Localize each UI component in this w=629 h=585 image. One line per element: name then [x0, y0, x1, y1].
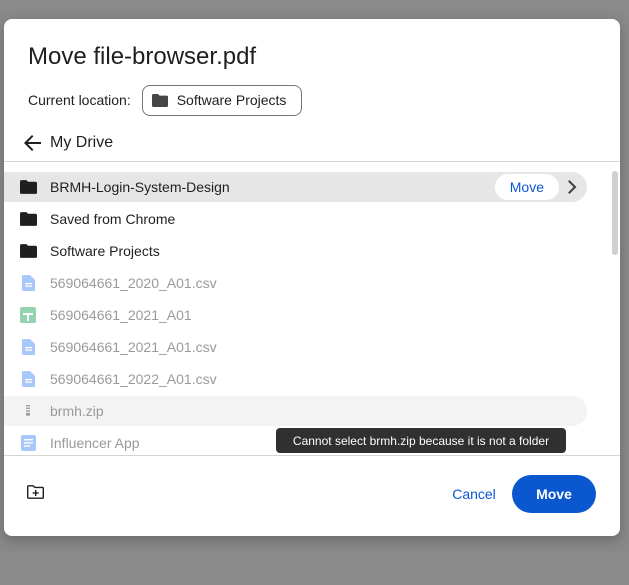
move-button[interactable]: Move [512, 475, 596, 513]
list-item: 569064661_2022_A01.csv [4, 364, 587, 394]
list-item: brmh.zip [4, 396, 587, 426]
list-item[interactable]: Saved from Chrome [4, 204, 587, 234]
list-item-name: 569064661_2021_A01 [50, 307, 192, 323]
list-bottom-divider [4, 455, 620, 456]
list-item-name: Influencer App [50, 435, 140, 451]
current-location-chip[interactable]: Software Projects [141, 84, 303, 116]
back-arrow-icon[interactable] [22, 132, 44, 154]
doc-file-icon [19, 338, 37, 356]
folder-icon [151, 93, 168, 107]
list-top-divider [4, 161, 620, 162]
folder-list: BRMH-Login-System-Design Move Saved from… [4, 163, 620, 455]
row-move-button[interactable]: Move [494, 174, 559, 200]
zip-icon [19, 402, 37, 420]
folder-icon [19, 210, 37, 228]
list-item-name: BRMH-Login-System-Design [50, 179, 230, 195]
list-item: 569064661_2020_A01.csv [4, 268, 587, 298]
list-item: 569064661_2021_A01 [4, 300, 587, 330]
list-item-name: Software Projects [50, 243, 160, 259]
current-location-value: Software Projects [176, 92, 287, 108]
doc-file-icon [19, 370, 37, 388]
list-item[interactable]: BRMH-Login-System-Design Move [4, 172, 587, 202]
breadcrumb: My Drive [22, 129, 113, 157]
list-item-name: 569064661_2022_A01.csv [50, 371, 217, 387]
cancel-button[interactable]: Cancel [436, 475, 512, 513]
docs-icon [19, 434, 37, 452]
list-item[interactable]: Software Projects [4, 236, 587, 266]
list-item-name: 569064661_2021_A01.csv [50, 339, 217, 355]
breadcrumb-current: My Drive [50, 134, 114, 151]
list-item-name: brmh.zip [50, 403, 104, 419]
doc-file-icon [19, 274, 37, 292]
list-scrollbar[interactable] [612, 171, 618, 255]
current-location-label: Current location: [28, 92, 131, 108]
dialog-title: Move file-browser.pdf [28, 43, 257, 70]
sheets-icon [19, 306, 37, 324]
list-item: 569064661_2021_A01.csv [4, 332, 587, 362]
current-location-row: Current location: Software Projects [28, 84, 303, 116]
move-dialog: Move file-browser.pdf Current location: … [4, 19, 620, 536]
list-item-name: 569064661_2020_A01.csv [50, 275, 217, 291]
folder-icon [19, 242, 37, 260]
list-item-name: Saved from Chrome [50, 211, 176, 227]
folder-icon [19, 178, 37, 196]
chevron-right-icon[interactable] [563, 177, 581, 197]
new-folder-icon[interactable] [24, 481, 46, 503]
disabled-item-tooltip: Cannot select brmh.zip because it is not… [276, 428, 566, 453]
